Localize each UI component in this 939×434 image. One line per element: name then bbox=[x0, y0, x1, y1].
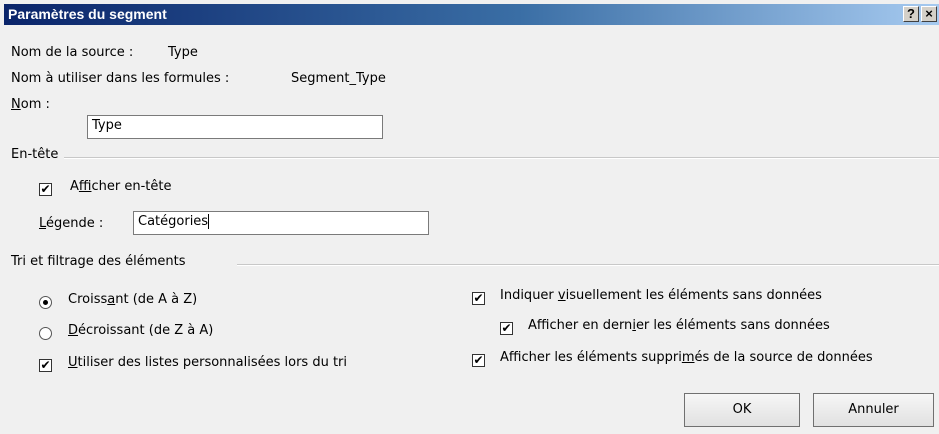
caption-input[interactable]: Catégories bbox=[133, 211, 429, 235]
sorting-group-divider bbox=[237, 264, 939, 266]
custom-lists-checkbox[interactable]: ✔ bbox=[39, 359, 52, 372]
show-empty-last-checkbox[interactable]: ✔ bbox=[500, 322, 513, 335]
indicate-empty-label[interactable]: Indiquer visuellement les éléments sans … bbox=[500, 288, 822, 303]
show-empty-last-label[interactable]: Afficher en dernier les éléments sans do… bbox=[528, 318, 830, 333]
help-button[interactable]: ? bbox=[903, 6, 919, 22]
indicate-empty-checkbox[interactable]: ✔ bbox=[472, 292, 485, 305]
ok-button[interactable]: OK bbox=[684, 393, 800, 427]
show-deleted-label[interactable]: Afficher les éléments supprimés de la so… bbox=[500, 350, 873, 365]
descending-radio[interactable] bbox=[39, 327, 52, 340]
custom-lists-label[interactable]: Utiliser des listes personnalisées lors … bbox=[68, 355, 347, 370]
show-header-checkbox[interactable]: ✔ bbox=[39, 183, 52, 196]
show-deleted-checkbox[interactable]: ✔ bbox=[472, 354, 485, 367]
title-bar[interactable]: Paramètres du segment ? × bbox=[4, 4, 939, 25]
caption-label: Légende : bbox=[39, 216, 104, 231]
checkmark-icon: ✔ bbox=[40, 358, 51, 372]
cancel-button[interactable]: Annuler bbox=[813, 393, 934, 427]
source-name-label: Nom de la source : bbox=[11, 45, 134, 60]
header-group-divider bbox=[64, 157, 939, 159]
name-label: Nom : bbox=[11, 97, 50, 112]
descending-label[interactable]: Décroissant (de Z à A) bbox=[68, 323, 213, 338]
source-name-value: Type bbox=[168, 45, 198, 60]
checkmark-icon: ✔ bbox=[501, 321, 512, 335]
formula-name-label: Nom à utiliser dans les formules : bbox=[11, 71, 230, 86]
text-caret bbox=[208, 214, 210, 229]
checkmark-icon: ✔ bbox=[40, 182, 51, 196]
show-header-label[interactable]: Afficher en-tête bbox=[70, 179, 171, 194]
slicer-settings-dialog: Paramètres du segment ? × Nom de la sour… bbox=[0, 0, 939, 434]
sorting-group-label: Tri et filtrage des éléments bbox=[11, 254, 186, 269]
close-button[interactable]: × bbox=[921, 6, 937, 22]
name-input[interactable]: Type bbox=[87, 115, 383, 139]
checkmark-icon: ✔ bbox=[473, 353, 484, 367]
formula-name-value: Segment_Type bbox=[291, 71, 386, 86]
ascending-label[interactable]: Croissant (de A à Z) bbox=[68, 292, 197, 307]
checkmark-icon: ✔ bbox=[473, 291, 484, 305]
header-group-label: En-tête bbox=[11, 147, 59, 162]
dialog-title: Paramètres du segment bbox=[8, 6, 167, 22]
radio-dot-icon bbox=[43, 300, 48, 305]
ascending-radio[interactable] bbox=[39, 296, 52, 309]
